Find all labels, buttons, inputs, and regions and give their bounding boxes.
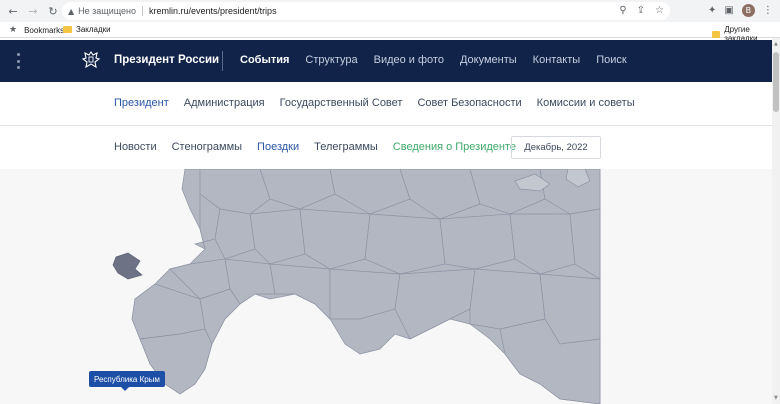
site-header: Президент России События Структура Видео…: [0, 40, 772, 82]
nav-contacts[interactable]: Контакты: [533, 54, 581, 66]
header-divider: [222, 51, 223, 71]
date-filter-button[interactable]: Декабрь, 2022: [511, 136, 601, 159]
map-region: [439, 213, 516, 270]
nav-events[interactable]: События: [240, 54, 289, 66]
regions-map: [0, 169, 772, 404]
map-region: [469, 268, 546, 330]
zoom-icon[interactable]: ⚲: [619, 5, 626, 16]
security-status[interactable]: Не защищено: [78, 6, 136, 16]
crimea-region[interactable]: [112, 252, 143, 280]
bookmark-star-icon[interactable]: ☆: [655, 5, 664, 16]
scroll-thumb[interactable]: [773, 52, 779, 112]
section-transcripts[interactable]: Стенограммы: [172, 141, 242, 153]
subnav-security-council[interactable]: Совет Безопасности: [417, 97, 521, 109]
section-telegrams[interactable]: Телеграммы: [314, 141, 378, 153]
nav-search[interactable]: Поиск: [596, 54, 626, 66]
page-scrollbar[interactable]: ▲ ▼: [772, 38, 780, 404]
url-text[interactable]: kremlin.ru/events/president/trips: [149, 6, 277, 16]
forward-icon[interactable]: →: [26, 4, 40, 18]
subnav-commissions[interactable]: Комиссии и советы: [537, 97, 635, 109]
star-icon: ★: [9, 25, 18, 35]
profile-avatar[interactable]: В: [741, 4, 755, 17]
subnav-president[interactable]: Президент: [114, 97, 169, 109]
subnav-administration[interactable]: Администрация: [184, 97, 265, 109]
site-title[interactable]: Президент России: [114, 54, 219, 66]
section-president-info[interactable]: Сведения о Президенте: [393, 141, 516, 153]
section-trips[interactable]: Поездки: [257, 141, 299, 153]
share-icon[interactable]: ⇪: [637, 5, 645, 16]
back-icon[interactable]: ←: [6, 4, 20, 18]
address-divider: [142, 6, 144, 16]
reload-icon[interactable]: ↻: [46, 4, 60, 18]
map-region: [269, 263, 331, 320]
folder-icon: [63, 26, 72, 33]
nav-video-photo[interactable]: Видео и фото: [374, 54, 444, 66]
subnav-state-council[interactable]: Государственный Совет: [280, 97, 403, 109]
bookmark-folder-label: Закладки: [76, 25, 111, 34]
extensions-icon[interactable]: ✦: [708, 5, 716, 16]
warning-icon: ▲: [68, 6, 75, 16]
bookmark-folder-zakladki[interactable]: Закладки: [63, 25, 111, 34]
map-region: [394, 268, 476, 340]
section-nav: Новости Стенограммы Поездки Телеграммы С…: [0, 127, 772, 169]
browser-toolbar: ← → ↻ ▲ Не защищено kremlin.ru/events/pr…: [0, 0, 780, 22]
folder-icon: [712, 30, 721, 38]
nav-structure[interactable]: Структура: [305, 54, 357, 66]
region-tooltip: Республика Крым: [89, 371, 165, 391]
browser-menu-icon[interactable]: ⋮: [763, 5, 773, 16]
eagle-emblem-icon[interactable]: [80, 49, 102, 71]
menu-dots-icon[interactable]: [17, 53, 21, 69]
main-nav: События Структура Видео и фото Документы…: [240, 54, 627, 66]
side-panel-icon[interactable]: ▣: [724, 5, 733, 16]
section-news[interactable]: Новости: [114, 141, 157, 153]
bookmarks-label: Bookmarks: [24, 25, 65, 35]
russia-map: [112, 169, 601, 404]
scroll-up-icon[interactable]: ▲: [774, 41, 778, 47]
address-bar[interactable]: ▲ Не защищено kremlin.ru/events/presiden…: [62, 2, 670, 20]
bookmarks-bar: ★ Bookmarks Закладки Другие закладки: [0, 22, 780, 43]
nav-documents[interactable]: Документы: [460, 54, 517, 66]
bookmarks-manager[interactable]: ★ Bookmarks: [9, 25, 64, 35]
scroll-down-icon[interactable]: ▼: [774, 395, 778, 401]
sub-nav: Президент Администрация Государственный …: [0, 82, 772, 126]
